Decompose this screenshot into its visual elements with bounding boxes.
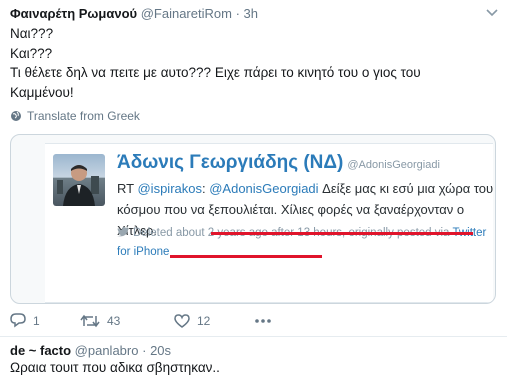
tweet-text: Ωραια τουιτ που αδικα σβηστηκαν..	[10, 360, 220, 375]
globe-icon	[10, 110, 22, 122]
embedded-author-handle: @AdonisGeorgiadi	[347, 159, 440, 171]
tweet-line: Ναι???	[10, 26, 54, 41]
embedded-author-name: Άδωνις Γεωργιάδης (ΝΔ)	[117, 152, 344, 173]
more-button[interactable]	[254, 318, 272, 324]
embedded-tweet-card: Άδωνις Γεωργιάδης (ΝΔ) @AdonisGeorgiadi R…	[45, 143, 495, 303]
retweet-count: 43	[107, 313, 121, 328]
like-count: 12	[197, 313, 211, 328]
mention-link: @ispirakos	[137, 181, 202, 196]
tweet-header: Φαιναρέτη Ρωμανού @FainaretiRom · 3h	[10, 6, 258, 21]
author-handle[interactable]: @panlabro	[75, 343, 139, 358]
tweet-divider	[0, 336, 507, 337]
timestamp[interactable]: 3h	[244, 6, 258, 21]
bird-icon	[117, 226, 130, 237]
like-icon	[174, 313, 190, 328]
like-button[interactable]: 12	[174, 314, 254, 328]
tweet-line: Και???	[10, 45, 53, 61]
rt-prefix: RT	[117, 181, 134, 196]
reply-icon	[10, 313, 26, 328]
embedded-screenshot[interactable]: Άδωνις Γεωργιάδης (ΝΔ) @AdonisGeorgiadi R…	[10, 134, 496, 304]
embedded-author: Άδωνις Γεωργιάδης (ΝΔ) @AdonisGeorgiadi	[117, 152, 440, 174]
author-name[interactable]: Φαιναρέτη Ρωμανού	[10, 6, 137, 21]
embedded-text-part: Δείξε μας κι εσύ μια χώρα του Δυτικ	[322, 181, 495, 196]
retweet-icon	[80, 314, 100, 328]
timestamp[interactable]: 20s	[150, 343, 171, 358]
tweet-text: Ναι??? Και??? Τι θέλετε δηλ να πειτε με …	[10, 24, 500, 102]
author-handle[interactable]: @FainaretiRom	[141, 6, 232, 21]
translate-link[interactable]: Translate from Greek	[10, 109, 140, 123]
separator: ·	[235, 6, 240, 21]
tweet-header: de ~ facto @panlabro · 20s	[10, 343, 171, 358]
chevron-down-icon[interactable]	[485, 6, 499, 18]
translate-label[interactable]: Translate from Greek	[27, 109, 140, 123]
tweet-line: Καμμένου!	[10, 84, 74, 100]
more-icon	[254, 318, 272, 324]
avatar	[53, 154, 105, 206]
reply-button[interactable]: 1	[10, 313, 80, 328]
annotation-underline	[170, 255, 322, 258]
reply-count: 1	[33, 313, 40, 328]
retweet-button[interactable]: 43	[80, 314, 174, 328]
author-name[interactable]: de ~ facto	[10, 343, 71, 358]
separator: ·	[142, 343, 147, 358]
annotation-underline	[211, 232, 473, 235]
mention-link: @AdonisGeorgiadi	[209, 181, 319, 196]
colon: :	[201, 181, 206, 196]
tweet-line: Τι θέλετε δηλ να πειτε με αυτο??? Ειχε π…	[10, 65, 421, 80]
tweet-actions: 1 43 12	[10, 313, 272, 328]
